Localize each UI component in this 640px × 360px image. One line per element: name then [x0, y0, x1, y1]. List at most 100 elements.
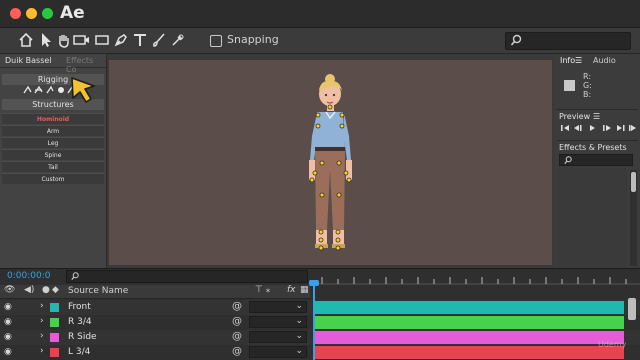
camera-tool-icon[interactable]	[73, 32, 91, 50]
character-artwork	[309, 74, 352, 251]
selection-tool-icon[interactable]	[37, 32, 55, 50]
close-window-button[interactable]	[10, 8, 21, 19]
chevron-right-icon[interactable]: ›	[40, 331, 44, 341]
effects-presets-label: Effects & Presets	[559, 143, 627, 152]
chevron-right-icon[interactable]: ›	[40, 301, 44, 311]
info-audio-tabs: Info ☰ Audio	[555, 54, 640, 68]
rectangle-tool-icon[interactable]	[93, 32, 111, 50]
custom-button[interactable]: Custom	[2, 173, 104, 184]
eye-icon[interactable]: ◉	[4, 347, 12, 357]
pick-whip-icon[interactable]: @	[232, 346, 242, 357]
info-b-label: B:	[583, 90, 592, 99]
arm-button[interactable]: Arm	[2, 125, 104, 136]
scrollbar-thumb[interactable]	[631, 172, 636, 192]
right-panel: Info ☰ Audio R: G: B: Preview ☰ Effects …	[555, 54, 640, 268]
layer-bar[interactable]	[313, 331, 624, 344]
fx-column-icon: fx	[287, 285, 296, 295]
brush-tool-icon[interactable]	[150, 32, 168, 50]
layer-color-swatch[interactable]	[50, 333, 59, 342]
search-icon	[563, 156, 573, 167]
timecode-display[interactable]: 0:00:00:0	[7, 271, 50, 281]
spine-button[interactable]: Spine	[2, 149, 104, 160]
time-ruler[interactable]	[310, 269, 640, 289]
effects-presets-header[interactable]: Effects & Presets	[557, 140, 638, 152]
menu-icon[interactable]: ☰	[575, 56, 582, 65]
layer-column-header: 👁 ◀) ● ◆ Source Name ⊤ ⁎ fx ▦	[0, 285, 310, 299]
menu-icon[interactable]: ☰	[593, 112, 600, 121]
minimize-window-button[interactable]	[26, 8, 37, 19]
info-g-label: G:	[583, 81, 592, 90]
chevron-right-icon[interactable]: ›	[40, 316, 44, 326]
layer-row[interactable]: ◉ › R Side @ ⌄	[0, 330, 640, 345]
pick-whip-icon[interactable]: @	[232, 331, 242, 342]
eye-icon[interactable]: ◉	[4, 317, 12, 327]
composition-panel	[107, 54, 554, 268]
layer-row[interactable]: ◉ › R 3/4 @ ⌄	[0, 315, 640, 330]
pick-whip-icon[interactable]: @	[232, 301, 242, 312]
source-name-header[interactable]: Source Name	[68, 286, 128, 296]
layer-row[interactable]: ◉ › L 3/4 @ ⌄	[0, 345, 640, 360]
audio-column-icon: ◀)	[24, 285, 35, 295]
eye-icon[interactable]: ◉	[4, 302, 12, 312]
pointer-cursor-icon	[71, 77, 95, 103]
timeline-scrollbar-thumb[interactable]	[628, 298, 636, 320]
hominoid-button[interactable]: Hominoid	[2, 113, 104, 124]
preview-header[interactable]: Preview ☰	[557, 109, 638, 121]
info-readout: R: G: B:	[561, 70, 636, 108]
layer-bar[interactable]	[313, 301, 624, 314]
chevron-down-icon: ⌄	[295, 316, 303, 326]
app-window: Ae Snapping Duik Bassel Effects Co Riggi…	[0, 0, 640, 360]
label-column-icon: ◆	[52, 285, 59, 295]
switches-column-icon: ⊤ ⁎	[255, 285, 271, 295]
leg-button[interactable]: Leg	[2, 137, 104, 148]
puppet-pin-tool-icon[interactable]	[169, 32, 187, 50]
parent-select[interactable]: ⌄	[249, 301, 307, 313]
pen-tool-icon[interactable]	[112, 32, 130, 50]
layer-name[interactable]: R 3/4	[68, 317, 92, 327]
layer-bar[interactable]	[313, 316, 624, 329]
title-bar: Ae	[0, 0, 640, 28]
tab-effects-controls[interactable]: Effects Co	[66, 56, 106, 74]
home-icon[interactable]	[17, 32, 35, 50]
layer-search-input[interactable]	[66, 270, 308, 283]
chevron-down-icon: ⌄	[295, 331, 303, 341]
effects-list[interactable]	[557, 168, 627, 268]
timeline-panel: 0:00:00:0 👁 ◀) ● ◆ Source Name ⊤ ⁎ fx ▦ …	[0, 268, 640, 360]
chevron-right-icon[interactable]: ›	[40, 346, 44, 356]
layer-name[interactable]: Front	[68, 302, 91, 312]
tools-bar: Snapping	[0, 28, 640, 54]
tab-info[interactable]: Info	[560, 56, 575, 65]
pick-whip-icon[interactable]: @	[232, 316, 242, 327]
info-r-label: R:	[583, 72, 592, 81]
playhead[interactable]	[313, 282, 315, 360]
layer-name[interactable]: L 3/4	[68, 347, 90, 357]
parent-select[interactable]: ⌄	[249, 316, 307, 328]
layer-bar[interactable]	[313, 346, 624, 359]
tail-button[interactable]: Tail	[2, 161, 104, 172]
chevron-down-icon: ⌄	[295, 346, 303, 356]
parent-select[interactable]: ⌄	[249, 346, 307, 358]
layer-color-swatch[interactable]	[50, 303, 59, 312]
help-search-input[interactable]	[505, 32, 631, 50]
hand-tool-icon[interactable]	[55, 32, 73, 50]
layer-name[interactable]: R Side	[68, 332, 97, 342]
parent-select[interactable]: ⌄	[249, 331, 307, 343]
layer-color-swatch[interactable]	[50, 318, 59, 327]
type-tool-icon[interactable]	[131, 32, 149, 50]
layer-color-swatch[interactable]	[50, 348, 59, 357]
tab-duik-bassel[interactable]: Duik Bassel	[5, 56, 52, 65]
layer-row[interactable]: ◉ › Front @ ⌄	[0, 300, 640, 315]
search-icon	[70, 272, 80, 283]
zoom-window-button[interactable]	[42, 8, 53, 19]
visibility-column-icon: 👁	[4, 285, 16, 295]
snapping-checkbox[interactable]	[210, 35, 222, 47]
tab-audio[interactable]: Audio	[593, 56, 616, 65]
preview-controls[interactable]	[559, 123, 637, 135]
effects-scrollbar[interactable]	[630, 170, 637, 266]
chevron-down-icon: ⌄	[295, 301, 303, 311]
app-title: Ae	[60, 3, 85, 23]
search-icon	[510, 33, 522, 50]
eye-icon[interactable]: ◉	[4, 332, 12, 342]
composition-viewer[interactable]	[109, 60, 552, 265]
effects-search-input[interactable]	[559, 154, 633, 166]
